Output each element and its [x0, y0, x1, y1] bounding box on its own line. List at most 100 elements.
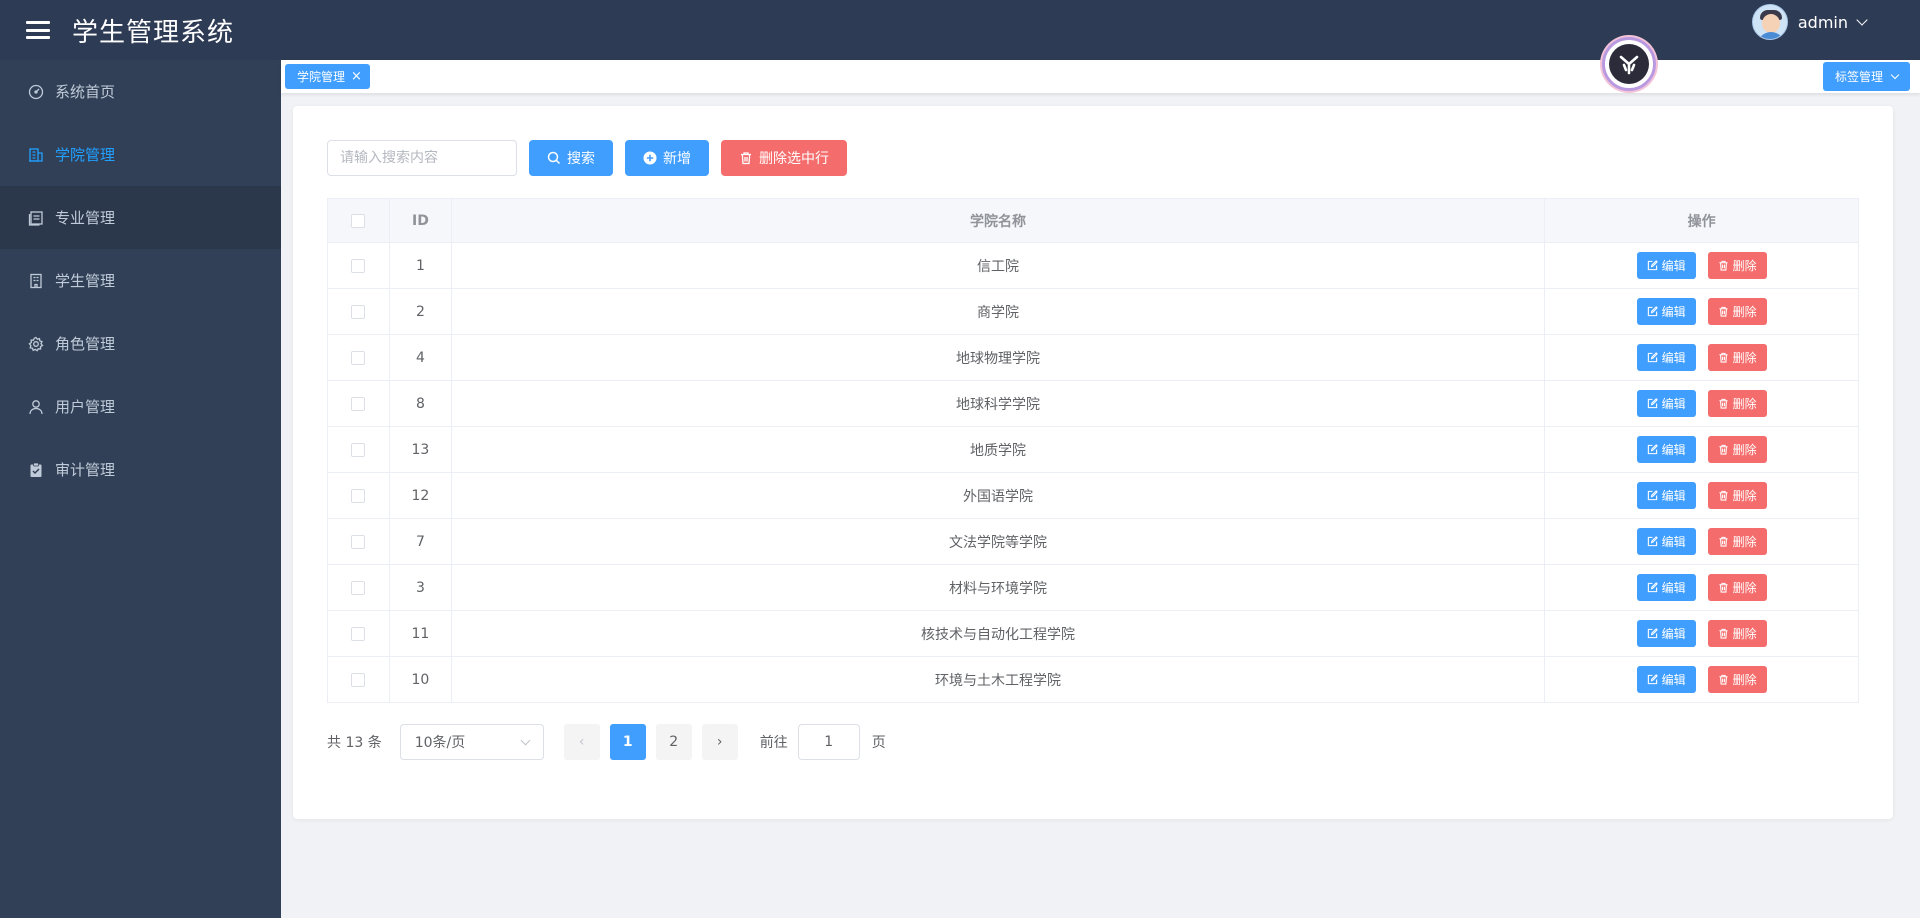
delete-button[interactable]: 删除 [1707, 344, 1767, 371]
next-page-button[interactable]: › [701, 724, 738, 760]
username[interactable]: admin [1798, 13, 1848, 32]
plus-circle-icon [643, 151, 657, 165]
edit-button[interactable]: 编辑 [1636, 298, 1696, 325]
row-id: 2 [389, 288, 452, 335]
row-checkbox[interactable] [351, 580, 366, 595]
trash-icon [1718, 398, 1729, 409]
row-actions: 编辑 删除 [1544, 656, 1859, 703]
row-actions: 编辑 删除 [1544, 288, 1859, 335]
edit-button[interactable]: 编辑 [1636, 252, 1696, 279]
edit-button[interactable]: 编辑 [1636, 574, 1696, 601]
row-college-name: 材料与环境学院 [451, 564, 1546, 611]
delete-button[interactable]: 删除 [1707, 620, 1767, 647]
edit-icon [1647, 490, 1658, 501]
row-select-cell [327, 334, 390, 381]
select-all-checkbox[interactable] [351, 213, 366, 228]
search-input[interactable] [327, 140, 517, 176]
row-id: 8 [389, 380, 452, 427]
edit-label: 编辑 [1661, 627, 1686, 641]
row-checkbox[interactable] [351, 304, 366, 319]
row-id: 7 [389, 518, 452, 565]
row-checkbox[interactable] [351, 534, 366, 549]
goto-page-input[interactable] [797, 724, 860, 760]
avatar[interactable] [1751, 4, 1788, 40]
sidebar-item-major[interactable]: 专业管理 [0, 186, 281, 249]
edit-button[interactable]: 编辑 [1636, 436, 1696, 463]
app-title: 学生管理系统 [72, 17, 235, 48]
chevron-down-icon [1890, 70, 1900, 80]
delete-button[interactable]: 删除 [1707, 298, 1767, 325]
tags-bar: 学院管理 × 标签管理 [281, 60, 1920, 93]
close-icon[interactable]: × [351, 70, 362, 83]
row-checkbox[interactable] [351, 626, 366, 641]
chevron-down-icon [520, 735, 531, 745]
row-checkbox[interactable] [351, 488, 366, 503]
edit-button[interactable]: 编辑 [1636, 528, 1696, 555]
delete-button[interactable]: 删除 [1707, 666, 1767, 693]
delete-button[interactable]: 删除 [1707, 390, 1767, 417]
row-checkbox[interactable] [351, 350, 366, 365]
sidebar-item-user[interactable]: 用户管理 [0, 375, 281, 438]
page-1-button[interactable]: 1 [609, 724, 646, 760]
row-college-name: 地球科学学院 [451, 380, 1546, 427]
tag-label: 学院管理 [297, 70, 346, 84]
trash-icon [1718, 306, 1729, 317]
menu-toggle-icon[interactable] [26, 21, 50, 39]
edit-label: 编辑 [1661, 673, 1686, 687]
row-actions: 编辑 删除 [1544, 380, 1859, 427]
delete-selected-button[interactable]: 删除选中行 [721, 140, 847, 176]
trash-icon [1718, 352, 1729, 363]
floating-logo-icon[interactable] [1602, 37, 1656, 91]
add-button-label: 新增 [663, 151, 691, 167]
college-table: ID 学院名称 操作 1 信工院 编辑 删除 2 商学院 编辑 删除 4 地球物理学院 编辑 删除 8 地… [327, 198, 1859, 703]
search-button[interactable]: 搜索 [529, 140, 613, 176]
edit-icon [1647, 352, 1658, 363]
row-college-name: 地球物理学院 [451, 334, 1546, 381]
delete-button[interactable]: 删除 [1707, 574, 1767, 601]
tab-college[interactable]: 学院管理 × [285, 64, 370, 89]
sidebar-item-college[interactable]: 学院管理 [0, 123, 281, 186]
sidebar-item-student[interactable]: 学生管理 [0, 249, 281, 312]
search-icon [547, 151, 561, 165]
row-checkbox[interactable] [351, 258, 366, 273]
row-checkbox[interactable] [351, 396, 366, 411]
row-college-name: 外国语学院 [451, 472, 1546, 519]
prev-page-button[interactable]: ‹ [563, 724, 600, 760]
add-button[interactable]: 新增 [625, 140, 709, 176]
gear-icon [28, 336, 44, 352]
edit-button[interactable]: 编辑 [1636, 482, 1696, 509]
delete-label: 删除 [1732, 443, 1757, 457]
trash-icon [1718, 536, 1729, 547]
page-2-button[interactable]: 2 [655, 724, 692, 760]
delete-button[interactable]: 删除 [1707, 482, 1767, 509]
chevron-down-icon[interactable] [1856, 13, 1868, 26]
user-dropdown[interactable]: admin [1751, 4, 1868, 40]
row-college-name: 地质学院 [451, 426, 1546, 473]
edit-icon [1647, 398, 1658, 409]
document-icon [28, 210, 44, 226]
sidebar-item-home[interactable]: 系统首页 [0, 60, 281, 123]
row-select-cell [327, 288, 390, 335]
edit-button[interactable]: 编辑 [1636, 390, 1696, 417]
sidebar-item-label: 角色管理 [55, 335, 116, 353]
office-icon [28, 273, 44, 289]
sidebar-item-role[interactable]: 角色管理 [0, 312, 281, 375]
delete-button[interactable]: 删除 [1707, 252, 1767, 279]
edit-button[interactable]: 编辑 [1636, 620, 1696, 647]
trash-icon [1718, 260, 1729, 271]
sidebar-item-label: 专业管理 [55, 209, 116, 227]
tag-manage-button[interactable]: 标签管理 [1822, 62, 1910, 91]
sidebar-item-audit[interactable]: 审计管理 [0, 438, 281, 501]
dashboard-icon [28, 84, 44, 100]
delete-button[interactable]: 删除 [1707, 528, 1767, 555]
row-select-cell [327, 380, 390, 427]
page-size-select[interactable]: 10条/页 [399, 724, 544, 760]
row-checkbox[interactable] [351, 442, 366, 457]
column-header-id[interactable]: ID [389, 198, 452, 243]
edit-button[interactable]: 编辑 [1636, 344, 1696, 371]
edit-icon [1647, 536, 1658, 547]
column-header-name[interactable]: 学院名称 [451, 198, 1546, 243]
row-checkbox[interactable] [351, 672, 366, 687]
edit-button[interactable]: 编辑 [1636, 666, 1696, 693]
delete-button[interactable]: 删除 [1707, 436, 1767, 463]
